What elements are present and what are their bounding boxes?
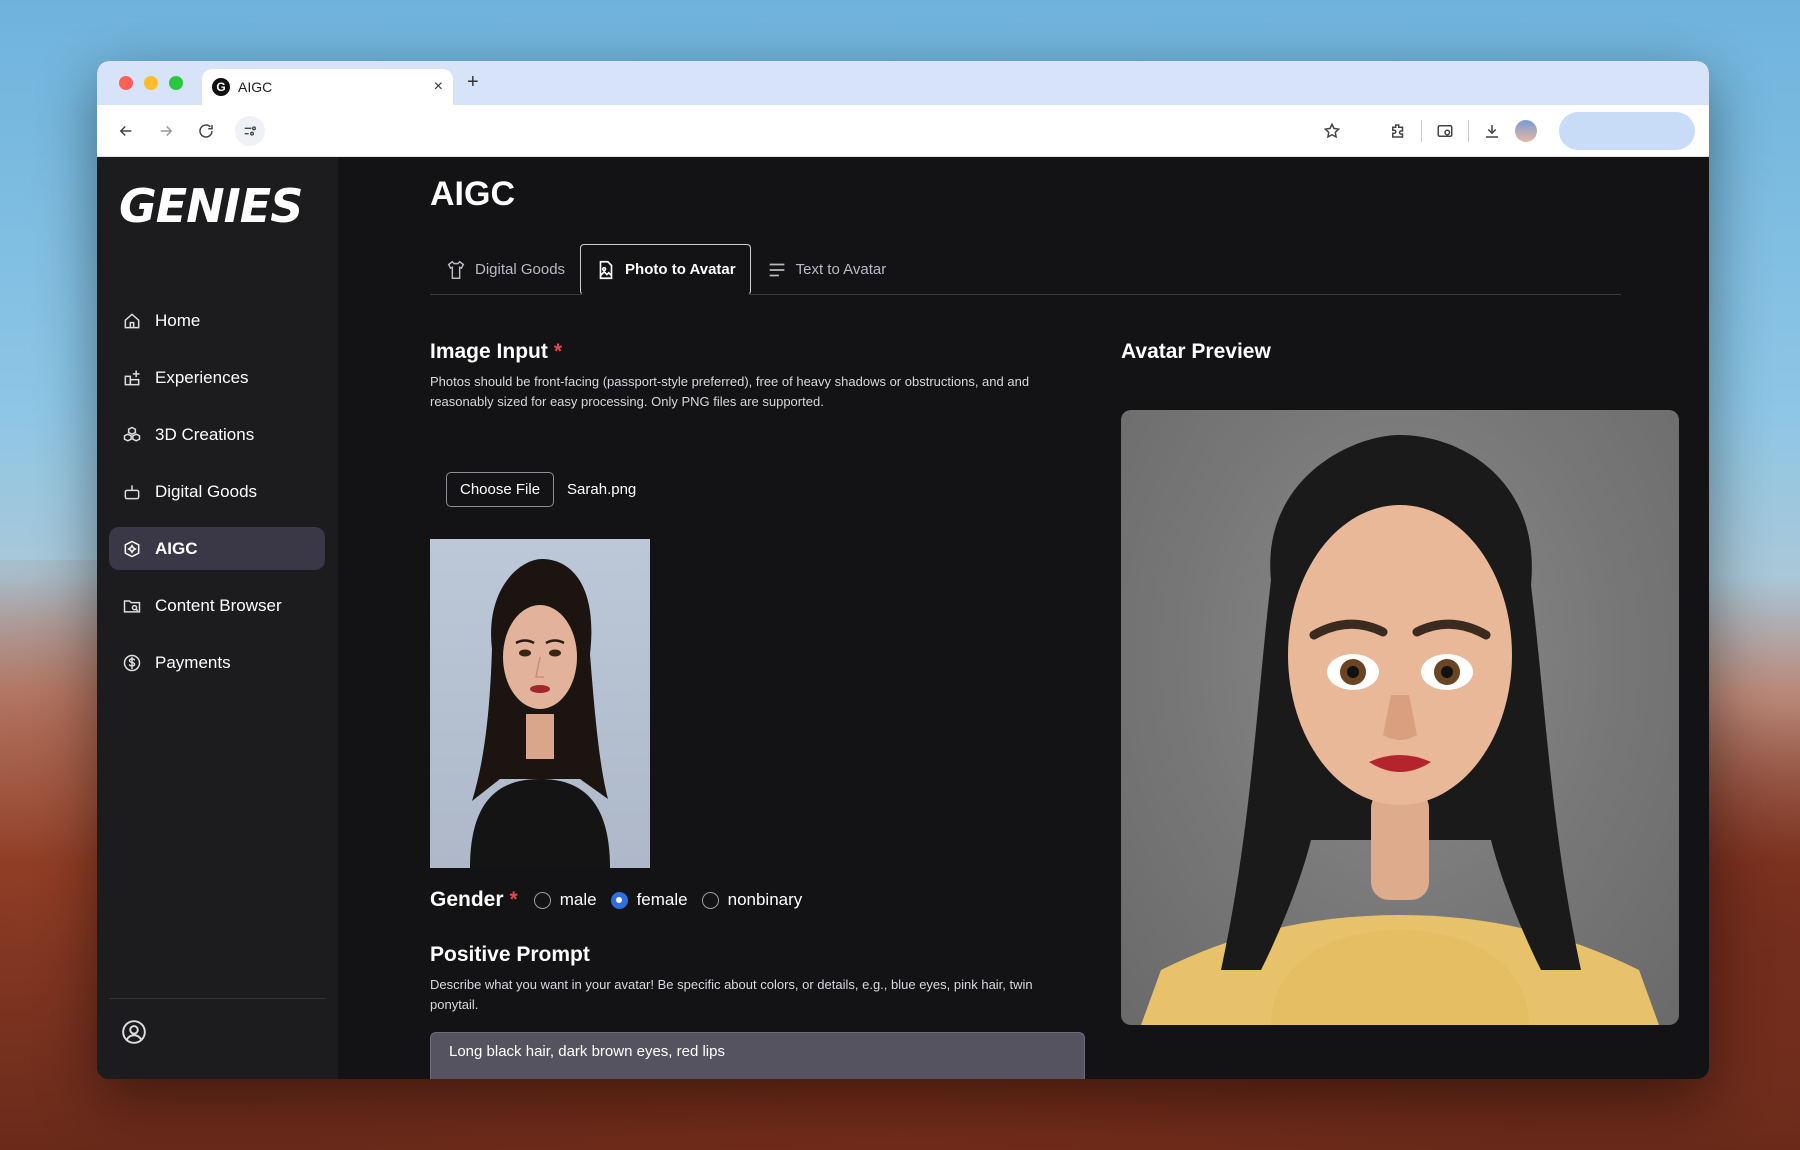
positive-prompt-input[interactable]: Long black hair, dark brown eyes, red li… [430,1032,1085,1079]
page-title: AIGC [430,175,515,213]
main-panel: AIGC Digital Goods Photo to Avatar Text … [338,157,1709,1079]
avatar-preview-heading: Avatar Preview [1121,340,1271,363]
gender-label: Gender [430,888,504,911]
new-tab-button[interactable]: + [467,71,479,94]
required-marker: * [509,888,518,911]
grid-plus-icon [121,367,143,389]
tab-title: AIGC [238,79,273,95]
close-tab-icon[interactable]: × [434,78,443,96]
tab-strip: G AIGC × + [97,61,1709,105]
tab-label: Text to Avatar [795,261,887,278]
shirt-icon [447,260,465,279]
sidebar-item-label: Content Browser [155,595,282,615]
arrow-right-icon [160,125,173,136]
sidebar-item-content-browser[interactable]: Content Browser [109,584,325,627]
back-button[interactable] [111,116,141,146]
minimize-window-button[interactable] [144,76,158,90]
sidebar-item-label: Digital Goods [155,481,258,501]
sidebar-item-3d-creations[interactable]: 3D Creations [109,413,325,456]
sidebar-item-payments[interactable]: Payments [109,641,325,684]
maximize-window-button[interactable] [169,76,183,90]
star-bookmark-icon[interactable] [1323,122,1341,140]
address-bar[interactable] [231,113,1323,149]
window-controls [119,76,183,90]
toolbar-actions [1323,111,1695,150]
photo-icon [599,260,613,279]
sidebar-item-label: 3D Creations [155,424,255,444]
sidebar-item-digital-goods[interactable]: Digital Goods [109,470,325,513]
home-icon [121,310,143,332]
tab-text-to-avatar[interactable]: Text to Avatar [751,244,902,295]
choose-file-button[interactable]: Choose File [446,472,555,507]
sidebar-item-experiences[interactable]: Experiences [109,356,325,399]
uploaded-photo [430,539,650,868]
genies-logo[interactable]: GENIES [119,179,303,233]
cubes-icon [121,424,143,446]
radio-male[interactable] [533,891,551,909]
sidebar-item-label: Experiences [155,367,249,387]
gender-option-female[interactable]: female [610,890,688,910]
radio-label: nonbinary [727,890,803,909]
dollar-circle-icon [121,652,143,674]
forward-button[interactable] [151,116,181,146]
text-lines-icon [769,263,784,276]
reload-icon [199,123,213,138]
browser-window: G AIGC × + GENIES Home Experiences 3D Cr… [97,61,1709,1079]
image-input-description: Photos should be front-facing (passport-… [430,374,1030,409]
tab-digital-goods[interactable]: Digital Goods [430,244,580,295]
sidebar-item-home[interactable]: Home [109,299,325,342]
sidebar: GENIES Home Experiences 3D Creations Dig… [97,157,338,1079]
mode-tabs: Digital Goods Photo to Avatar Text to Av… [430,244,1621,295]
toolbar-separator [1421,119,1422,142]
arrow-left-icon [119,125,132,136]
sidebar-nav: Home Experiences 3D Creations Digital Go… [109,299,325,698]
profile-button[interactable] [1559,111,1695,150]
radio-female[interactable] [610,891,628,909]
tab-photo-to-avatar[interactable]: Photo to Avatar [580,244,751,295]
avatar-preview [1121,410,1679,1025]
image-input-heading: Image Input * [430,340,562,364]
radio-label: female [636,890,688,909]
close-window-button[interactable] [119,76,133,90]
tab-label: Digital Goods [475,261,566,278]
robot-icon [121,481,143,503]
user-account-icon[interactable] [121,1019,147,1045]
folder-search-icon [121,595,143,617]
sidebar-item-label: Home [155,310,201,330]
gender-field: Gender * male female nonbinary [430,888,802,912]
image-input-title: Image Input [430,340,548,363]
browser-tab[interactable]: G AIGC × [202,69,453,105]
profile-avatar-icon[interactable] [1515,119,1537,142]
app-content: GENIES Home Experiences 3D Creations Dig… [97,157,1709,1079]
tab-label: Photo to Avatar [625,261,736,278]
positive-prompt-description: Describe what you want in your avatar! B… [430,977,1033,1012]
toolbar-separator [1468,119,1469,142]
extensions-icon[interactable] [1389,122,1407,140]
search-tab-icon[interactable] [1436,122,1454,140]
file-picker: Choose File Sarah.png [446,472,636,507]
sidebar-item-label: AIGC [155,538,198,558]
radio-nonbinary[interactable] [701,891,719,909]
sidebar-divider [109,998,326,999]
gender-option-male[interactable]: male [533,890,597,910]
download-icon[interactable] [1483,122,1501,140]
required-marker: * [553,340,563,363]
favicon-icon: G [212,78,230,96]
positive-prompt-heading: Positive Prompt [430,943,590,966]
sidebar-item-aigc[interactable]: AIGC [109,527,325,570]
sidebar-item-label: Payments [155,652,231,672]
sparkle-cube-icon [121,538,143,560]
radio-label: male [559,890,597,909]
selected-file-name: Sarah.png [567,481,637,498]
site-settings-icon[interactable] [235,115,265,146]
reload-button[interactable] [191,116,221,146]
gender-option-nonbinary[interactable]: nonbinary [701,890,803,910]
browser-toolbar [97,105,1709,157]
